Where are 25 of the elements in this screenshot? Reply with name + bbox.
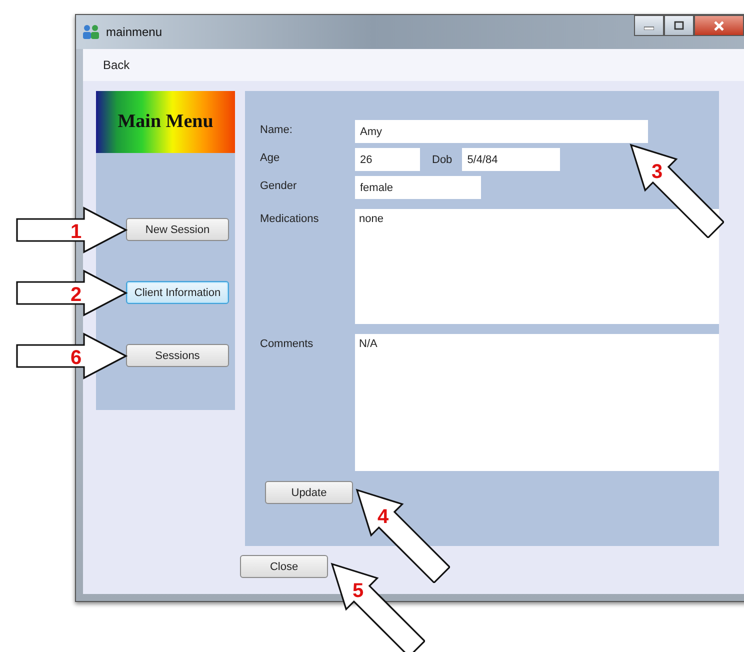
field-label: Medications <box>260 212 320 225</box>
window-title: mainmenu <box>106 25 162 39</box>
field-label: Age <box>260 151 281 164</box>
nav-button[interactable]: New Session <box>126 218 229 241</box>
field-label: Name: <box>260 123 294 136</box>
callout-arrow: 6 <box>16 332 128 380</box>
medications-field[interactable]: none <box>355 209 719 324</box>
age-field[interactable]: 26 <box>355 148 420 171</box>
update-button[interactable]: Update <box>265 481 353 504</box>
callout-arrow: 2 <box>16 269 128 317</box>
field-label: Dob <box>432 154 452 166</box>
dob-field[interactable]: 5/4/84 <box>462 148 560 171</box>
name-field[interactable]: Amy <box>355 120 648 143</box>
callout-arrow: 5 <box>329 561 425 652</box>
menu-item[interactable]: Back <box>99 56 134 74</box>
callout-arrow: 3 <box>628 142 724 238</box>
gender-field[interactable]: female <box>355 176 481 199</box>
close-button[interactable]: Close <box>240 555 328 578</box>
field-label: Comments <box>260 337 314 350</box>
nav-button[interactable]: Sessions <box>126 344 229 367</box>
field-label: Gender <box>260 179 298 192</box>
callout-arrow: 4 <box>354 487 450 583</box>
callout-arrow: 1 <box>16 206 128 254</box>
nav-button[interactable]: Client Information <box>126 281 229 304</box>
comments-field[interactable]: N/A <box>355 334 719 471</box>
